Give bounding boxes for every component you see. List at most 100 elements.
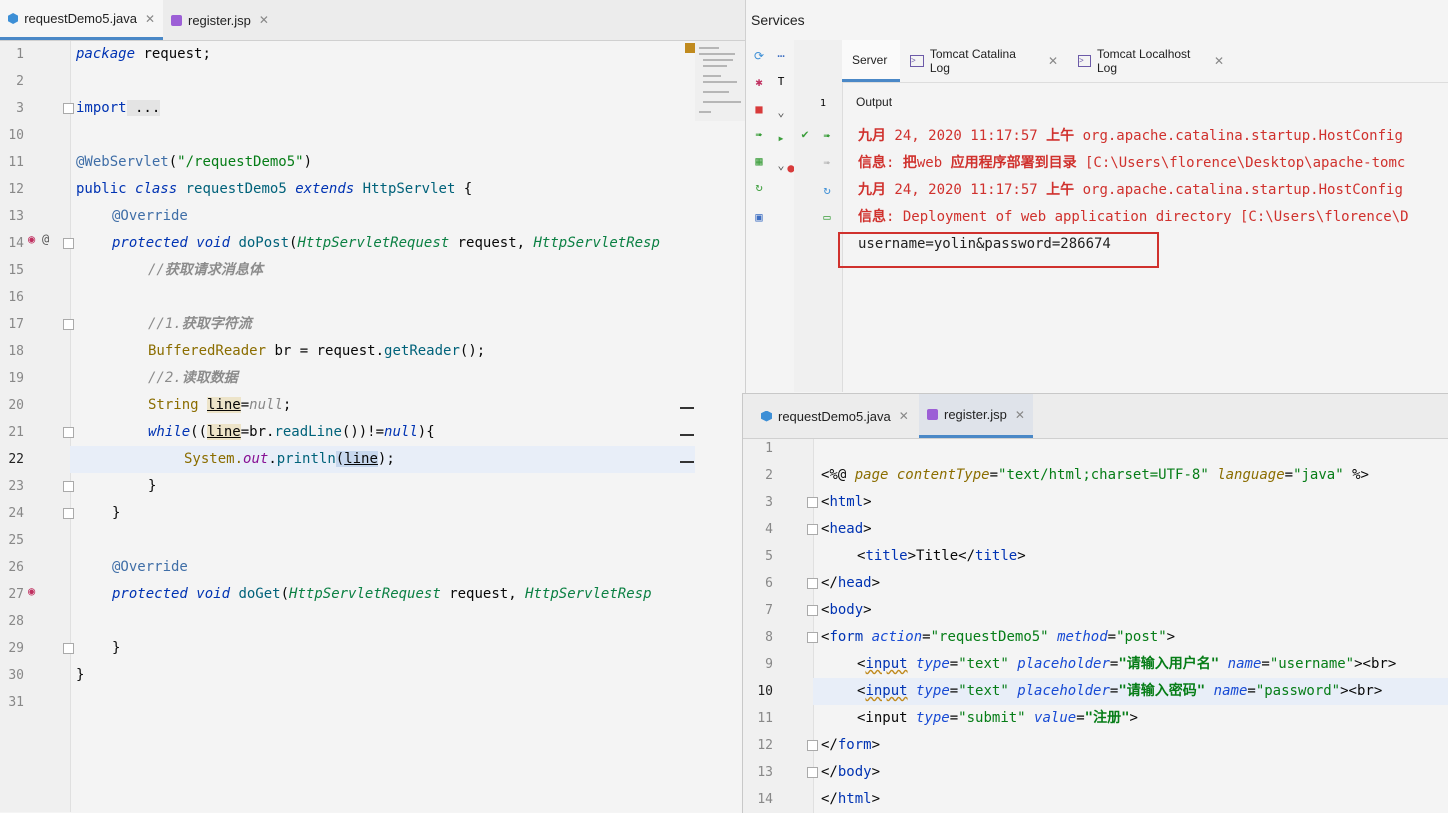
- line-number: 30: [8, 668, 24, 683]
- code-line: }: [148, 478, 157, 494]
- services-tabs: Server > Tomcat Catalina Log ✕ > Tomcat Loc…: [842, 40, 1448, 83]
- close-tab-icon[interactable]: ✕: [1015, 408, 1025, 422]
- code-line: //1.获取字符流: [148, 316, 252, 332]
- line-number: 15: [8, 263, 24, 278]
- close-tab-icon[interactable]: ✕: [899, 409, 909, 423]
- line-number: 12: [757, 738, 773, 753]
- tab-register-jsp[interactable]: register.jsp ✕: [163, 0, 281, 40]
- jsp-code-area[interactable]: <%@ page contentType="text/html;charset=…: [813, 439, 1448, 813]
- code-line: @Override: [112, 208, 188, 224]
- tree-count: 1: [819, 98, 827, 109]
- stop-icon[interactable]: ■: [752, 102, 766, 116]
- code-line: </form>: [821, 737, 881, 753]
- line-number: 1: [765, 441, 773, 456]
- line-number: 5: [765, 549, 773, 564]
- line-number: 13: [757, 765, 773, 780]
- chevron-down-icon[interactable]: ⌄: [774, 105, 788, 119]
- services-panel: Services ⟳ ✱ ■ ➠ ▦ ↻ ▣ ⋯ T ⌄ ▸ ⌄ ● 1 ✔ ➠…: [746, 0, 1448, 392]
- code-line: protected void doPost(HttpServletRequest…: [112, 235, 660, 251]
- tab-server[interactable]: Server: [842, 40, 900, 82]
- output-label: Output: [856, 95, 893, 109]
- code-line: package request;: [76, 46, 211, 62]
- tab-requestdemo5-java[interactable]: requestDemo5.java ✕: [753, 394, 919, 438]
- artifacts-icon[interactable]: ▦: [752, 154, 766, 168]
- line-number: 11: [757, 711, 773, 726]
- override-method-icon[interactable]: ◉: [28, 232, 35, 246]
- redeploy-icon[interactable]: ↻: [820, 183, 834, 197]
- warning-marker[interactable]: [680, 461, 694, 463]
- log-line: 信息: 把web 应用程序部署到目录 [C:\Users\florence\De…: [858, 155, 1406, 171]
- line-number: 17: [8, 317, 24, 332]
- line-number: 8: [765, 630, 773, 645]
- warning-marker[interactable]: [680, 407, 694, 409]
- close-tab-icon[interactable]: ✕: [1214, 54, 1224, 68]
- line-number-current: 10: [757, 684, 773, 699]
- tab-label: register.jsp: [188, 12, 251, 28]
- line-number: 19: [8, 371, 24, 386]
- refresh-icon[interactable]: ⟳: [752, 49, 766, 63]
- line-number: 6: [765, 576, 773, 591]
- check-icon: ✔: [801, 127, 809, 141]
- line-number: 1: [16, 47, 24, 62]
- line-number: 16: [8, 290, 24, 305]
- java-editor-pane[interactable]: requestDemo5.java ✕ register.jsp ✕ 1 2 3…: [0, 0, 746, 812]
- services-tree-column: 1 ✔ ➠ ➠ ↻ ▭: [794, 40, 843, 392]
- line-number: 31: [8, 695, 24, 710]
- code-line: }: [112, 505, 121, 521]
- line-number: 10: [8, 128, 24, 143]
- layout-icon[interactable]: ▣: [752, 210, 766, 224]
- open-browser-icon[interactable]: ▭: [820, 210, 834, 224]
- java-code-area[interactable]: package request; import ... @WebServlet(…: [70, 41, 695, 812]
- code-line: <title>Title</title>: [857, 548, 1026, 564]
- warning-marker[interactable]: [680, 434, 694, 436]
- close-tab-icon[interactable]: ✕: [145, 12, 155, 26]
- tab-register-jsp[interactable]: register.jsp ✕: [919, 394, 1033, 438]
- java-class-icon: [8, 13, 19, 24]
- line-number: 4: [765, 522, 773, 537]
- line-number: 24: [8, 506, 24, 521]
- line-number-gutter: 1 2 3 4 5 6 7 8 9 10 11 12 13 14 ✹: [743, 439, 836, 813]
- line-number: 12: [8, 182, 24, 197]
- deploy-icon[interactable]: ➠: [752, 128, 766, 142]
- code-line: <%@ page contentType="text/html;charset=…: [821, 467, 1369, 483]
- tab-label: requestDemo5.java: [778, 408, 891, 424]
- code-line-current: <input type="text" placeholder="请输入密码" n…: [857, 683, 1383, 699]
- update-icon[interactable]: ↻: [752, 180, 766, 194]
- run-disabled-icon: ➠: [823, 156, 831, 170]
- log-line: 九月 24, 2020 11:17:57 上午 org.apache.catal…: [858, 128, 1403, 144]
- tab-label: requestDemo5.java: [24, 11, 137, 26]
- log-line: 信息: Deployment of web application direct…: [858, 209, 1409, 225]
- jsp-file-icon: [927, 409, 938, 420]
- close-tab-icon[interactable]: ✕: [1048, 54, 1058, 68]
- line-number: 2: [16, 74, 24, 89]
- code-minimap[interactable]: [685, 41, 745, 121]
- annotation-icon[interactable]: @: [42, 232, 49, 246]
- tab-label: Tomcat Localhost Log: [1097, 47, 1191, 75]
- run-icon[interactable]: ➠: [820, 129, 834, 143]
- more-options-icon[interactable]: ⋯: [774, 49, 788, 63]
- code-line: }: [112, 640, 121, 656]
- code-line: <input type="submit" value="注册">: [857, 710, 1138, 726]
- tab-catalina-log[interactable]: > Tomcat Catalina Log ✕: [900, 40, 1068, 82]
- code-line: <head>: [821, 521, 872, 537]
- jsp-editor-tabbar: requestDemo5.java ✕ register.jsp ✕: [743, 394, 1448, 439]
- tomcat-node-label[interactable]: T: [774, 75, 788, 89]
- inspection-status-icon[interactable]: [685, 43, 695, 53]
- override-method-icon[interactable]: ◉: [28, 584, 35, 598]
- close-tab-icon[interactable]: ✕: [259, 13, 269, 27]
- jsp-editor-pane[interactable]: requestDemo5.java ✕ register.jsp ✕ 1 2 3…: [742, 393, 1448, 813]
- server-running-icon[interactable]: ▸: [774, 131, 788, 145]
- debug-icon[interactable]: ✱: [752, 75, 766, 89]
- services-title: Services: [751, 12, 805, 28]
- log-line: 九月 24, 2020 11:17:57 上午 org.apache.catal…: [858, 182, 1403, 198]
- code-line: </body>: [821, 764, 881, 780]
- line-number: 3: [765, 495, 773, 510]
- code-line: String line=null;: [148, 397, 292, 413]
- line-number-current: 22: [8, 452, 24, 467]
- jsp-file-icon: [171, 14, 182, 26]
- code-line: BufferedReader br = request.getReader();: [148, 343, 486, 359]
- tab-localhost-log[interactable]: > Tomcat Localhost Log ✕: [1068, 40, 1234, 82]
- code-line: @WebServlet("/requestDemo5"): [76, 154, 313, 170]
- tab-requestdemo5-java[interactable]: requestDemo5.java ✕: [0, 0, 163, 40]
- java-class-icon: [761, 410, 772, 422]
